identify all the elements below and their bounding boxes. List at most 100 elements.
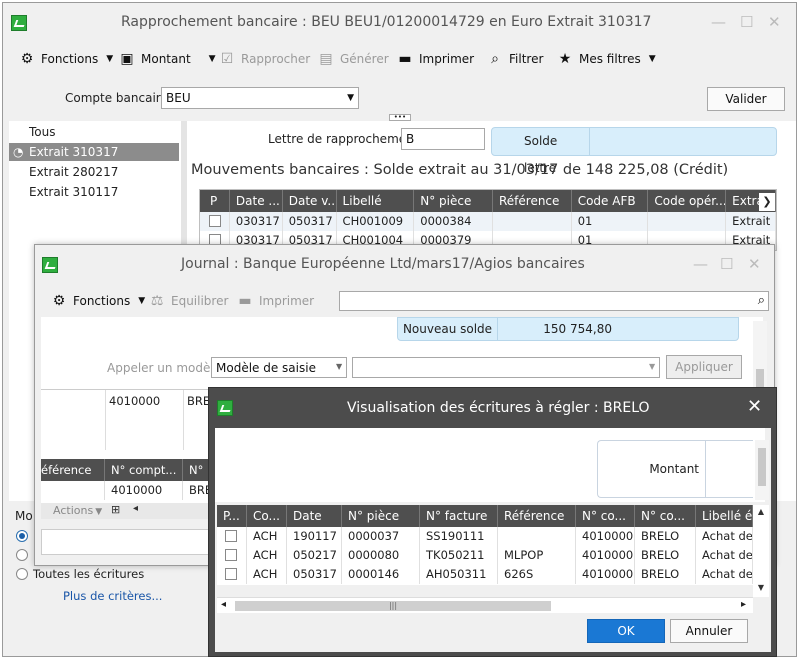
scroll-right-icon[interactable]: ▸ [741, 599, 746, 610]
tree-item-extrait-310117[interactable]: Extrait 310117 [29, 185, 118, 199]
visu-title: Visualisation des écritures à régler : B… [347, 400, 650, 416]
lettre-input[interactable]: B [401, 128, 485, 150]
grid-hscroll[interactable]: ◂ ||| ▸ [217, 597, 753, 613]
tree-item-extrait-310317[interactable]: ◔ Extrait 310317 [9, 143, 179, 161]
journal-lower-field[interactable] [41, 529, 211, 555]
visu-top-scroll[interactable] [755, 440, 769, 500]
rapprocher-button[interactable]: ☑ Rapprocher [219, 51, 310, 67]
col-libelle[interactable]: Libellé éc [696, 505, 753, 527]
table-row[interactable]: 030317 050317 CH001009 0000384 01 Extrai… [200, 212, 776, 231]
scroll-down-icon[interactable]: ▼ [753, 583, 769, 592]
col-compte[interactable]: N° compt... [105, 459, 183, 481]
actions-menu[interactable]: Actions ▼ [53, 504, 102, 517]
scroll-left-icon[interactable]: ◂ [133, 503, 138, 514]
table-row[interactable]: ACH 050217 0000080 TK050211 MLPOP 401000… [217, 546, 753, 565]
app-icon [42, 257, 58, 273]
col-date-valeur[interactable]: Date v... [283, 190, 337, 212]
ecritures-grid: P... Co... Date N° pièce N° facture Réfé… [217, 505, 753, 585]
col-code[interactable]: Co... [247, 505, 287, 527]
col-facture[interactable]: N° facture [420, 505, 498, 527]
mes-filtres-menu[interactable]: ★ Mes filtres ▼ [557, 51, 656, 67]
nouveau-solde-value: 150 754,80 [543, 322, 612, 336]
printer-icon: ▬ [238, 293, 252, 309]
col-date[interactable]: Date [287, 505, 342, 527]
col-date[interactable]: Date ... [230, 190, 283, 212]
montant-menu[interactable]: ▣ Montant ▼ [119, 51, 215, 67]
col-compte-tiers[interactable]: N° co... [635, 505, 696, 527]
maximize-icon[interactable]: ☐ [720, 255, 733, 273]
row-checkbox[interactable] [225, 530, 237, 542]
radio-option-1[interactable] [16, 530, 28, 542]
compte-select[interactable]: BEU ▼ [161, 87, 359, 109]
col-code-operation[interactable]: Code opér... [648, 190, 727, 212]
scroll-left-icon[interactable]: ◂ [221, 599, 226, 610]
col-libelle[interactable]: Libellé [337, 190, 415, 212]
scroll-up-icon[interactable]: ▲ [753, 507, 769, 516]
equilibrer-button[interactable]: ⚖ Equilibrer [149, 293, 229, 309]
col-reference[interactable]: Référence [498, 505, 576, 527]
fonctions-menu[interactable]: ⚙ Fonctions ▼ [19, 51, 113, 67]
checkbox-icon: ☑ [220, 51, 234, 67]
valider-button[interactable]: Valider [707, 87, 785, 111]
radio-option-2[interactable] [16, 549, 28, 561]
app-icon [11, 15, 27, 31]
col-reference[interactable]: Référence [493, 190, 572, 212]
search-icon: ⌕ [491, 51, 499, 67]
journal-fonctions-menu[interactable]: ⚙ Fonctions ▼ [51, 293, 145, 309]
col-p[interactable]: P... [217, 505, 247, 527]
journal-title: Journal : Banque Européenne Ltd/mars17/A… [181, 256, 585, 272]
annuler-button[interactable]: Annuler [670, 619, 748, 643]
compte-label: Compte bancaire [65, 91, 168, 105]
journal-statusbar: Actions ▼ ⊞ ◂ [41, 503, 215, 519]
plus-criteres-link[interactable]: Plus de critères... [63, 589, 162, 603]
journal-search-input[interactable]: ⌕ [339, 291, 769, 311]
tree-item-extrait-280217[interactable]: Extrait 280217 [29, 165, 118, 179]
visualisation-dialog: Visualisation des écritures à régler : B… [208, 387, 777, 657]
ok-button[interactable]: OK [587, 619, 665, 643]
scale-icon: ⚖ [150, 293, 164, 309]
grid-scroll-right-icon[interactable]: ❯ [759, 193, 775, 211]
gear-icon: ⚙ [52, 293, 66, 309]
document-icon: ▤ [319, 51, 333, 67]
close-icon[interactable]: ✕ [768, 13, 781, 31]
journal-imprimer-button[interactable]: ▬ Imprimer [237, 293, 314, 309]
chevron-down-icon: ▼ [649, 362, 656, 371]
table-row[interactable]: 4010000 BRE [41, 481, 215, 500]
minimize-icon[interactable]: — [711, 13, 726, 31]
col-compte-general[interactable]: N° co... [576, 505, 635, 527]
table-icon[interactable]: ⊞ [111, 503, 120, 516]
solde-lettre-label: Solde lettre [492, 128, 590, 175]
col-reference[interactable]: éférence [41, 459, 105, 481]
close-icon[interactable]: ✕ [747, 396, 762, 417]
table-row[interactable]: ACH 190117 0000037 SS190111 4010000 BREL… [217, 527, 753, 546]
modele-select[interactable]: Modèle de saisie [211, 357, 347, 378]
col-piece[interactable]: N° pièce [414, 190, 493, 212]
col-code-afb[interactable]: Code AFB [572, 190, 649, 212]
tree-item-tous[interactable]: Tous [29, 125, 56, 139]
row-checkbox[interactable] [225, 568, 237, 580]
close-icon[interactable]: ✕ [748, 255, 761, 273]
filtrer-button[interactable]: ⌕ Filtrer [487, 51, 543, 67]
generer-button[interactable]: ▤ Générer [318, 51, 388, 67]
minimize-icon[interactable]: — [693, 255, 708, 273]
app-icon [217, 400, 233, 416]
row-checkbox[interactable] [225, 549, 237, 561]
splitter-handle[interactable]: ••• [389, 114, 411, 121]
radio-toutes[interactable] [16, 568, 28, 580]
row-checkbox[interactable] [209, 215, 221, 227]
lettre-label: Lettre de rapprochement [268, 132, 419, 146]
maximize-icon[interactable]: ☐ [740, 13, 753, 31]
col-piece[interactable]: N° pièce [342, 505, 420, 527]
modele-secondary-select[interactable] [352, 357, 660, 378]
imprimer-button[interactable]: ▬ Imprimer [397, 51, 474, 67]
table-row[interactable]: ACH 050317 0000146 AH050311 626S 4010000… [217, 565, 753, 584]
main-title: Rapprochement bancaire : BEU BEU1/012000… [121, 14, 652, 30]
col-p[interactable]: P [200, 190, 230, 212]
appliquer-button[interactable]: Appliquer [666, 355, 742, 379]
reconcile-icon: ◔ [13, 145, 24, 159]
nouveau-solde-box: Nouveau solde 150 754,80 [397, 317, 739, 341]
hscroll-thumb[interactable]: ||| [235, 601, 551, 611]
grid-vscroll[interactable]: ▲ ▼ [753, 505, 769, 597]
appeler-modele-label: Appeler un modèle [107, 361, 222, 375]
chevron-down-icon: ▼ [138, 296, 146, 306]
